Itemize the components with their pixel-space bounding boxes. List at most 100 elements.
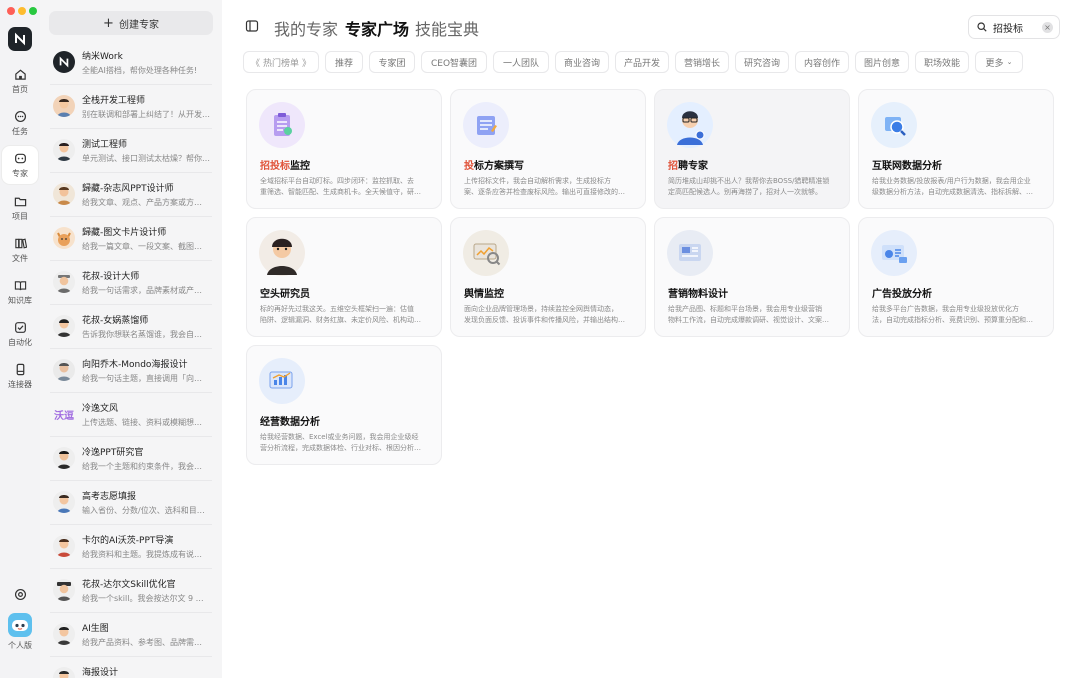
card-desc: 给我多平台广告数据，我会用专业级投放优化方 法，自动完成指标分析、竞费识别、预算重… bbox=[872, 305, 1033, 324]
list-item[interactable]: 测试工程师 单元测试、接口测试太枯燥？帮你搞定… bbox=[40, 129, 222, 173]
list-item[interactable]: 海报设计 bbox=[40, 657, 222, 678]
rail-item-tasks[interactable]: 任务 bbox=[2, 104, 38, 142]
rail-item-home[interactable]: 首页 bbox=[2, 62, 38, 100]
avatar bbox=[53, 623, 75, 645]
expert-card[interactable]: 广告投放分析 给我多平台广告数据，我会用专业级投放优化方 法，自动完成指标分析、竞… bbox=[858, 217, 1054, 337]
card-title: 互联网数据分析 bbox=[872, 161, 942, 172]
expert-name: 冷逸PPT研究官 bbox=[82, 448, 144, 458]
search-input[interactable]: 招投标 × bbox=[968, 15, 1060, 39]
rail-item-connectors[interactable]: 连接器 bbox=[2, 357, 38, 395]
expert-name: 高考志愿填报 bbox=[82, 492, 137, 502]
expert-desc: 给我一句话需求，品牌素材或产… bbox=[82, 286, 202, 295]
sidebar-toggle-icon[interactable] bbox=[245, 19, 259, 33]
chip[interactable]: 一人团队 bbox=[493, 51, 549, 73]
card-desc: 给我经营数据、Excel或业务问题，我会用企业级经 营分析流程，完成数据体检、行业… bbox=[260, 433, 421, 452]
card-title: 投标方案撰写 bbox=[464, 161, 524, 172]
chip[interactable]: 内容创作 bbox=[795, 51, 849, 73]
chip[interactable]: 专家团 bbox=[369, 51, 415, 73]
data-magnifier-icon bbox=[871, 102, 917, 148]
expert-card[interactable]: 空头研究员 标的再好先过我这关。五维空头框架扫一遍：估值 陷阱、逻辑漏洞、财务红旗… bbox=[246, 217, 442, 337]
rail-item-experts[interactable]: 专家 bbox=[2, 146, 38, 184]
minimize-window-button[interactable] bbox=[18, 7, 26, 15]
list-item[interactable]: 高考志愿填报 输入省份、分数/位次、选科和目… bbox=[40, 481, 222, 525]
chip[interactable]: CEO智囊团 bbox=[421, 51, 487, 73]
clipboard-icon bbox=[259, 102, 305, 148]
search-value: 招投标 bbox=[993, 23, 1023, 35]
expert-card[interactable]: 投标方案撰写 上传招标文件，我会自动解析需求，生成投标方 案、逐条应答并检查废标风… bbox=[450, 89, 646, 209]
document-icon bbox=[463, 102, 509, 148]
list-item[interactable]: 花叔-达尔文Skill优化官 给我一个skill。我会按达尔文 9 维… bbox=[40, 569, 222, 613]
expert-card[interactable]: 招投标监控 全域招标平台自动盯标。四步闭环：监控抓取、去 重筛选、智能匹配、生成商… bbox=[246, 89, 442, 209]
rail-item-projects[interactable]: 项目 bbox=[2, 189, 38, 227]
tab-expert-square[interactable]: 专家广场 bbox=[345, 16, 409, 40]
chip[interactable]: 商业咨询 bbox=[555, 51, 609, 73]
expert-card[interactable]: 互联网数据分析 给我业务数据/投放报表/用户行为数据，我会用企业 级数据分析方法，… bbox=[858, 89, 1054, 209]
expert-name: 冷逸文风 bbox=[82, 404, 119, 414]
list-item[interactable]: 向阳乔木-Mondo海报设计 给我一句话主题，直接调用「向… bbox=[40, 349, 222, 393]
list-item[interactable]: 歸藏-图文卡片设计师 给我一篇文章、一段文案、截图… bbox=[40, 217, 222, 261]
list-item[interactable]: 纳米Work 全能AI搭档，帮你处理各种任务! bbox=[40, 41, 222, 85]
rail-item-knowledge[interactable]: 知识库 bbox=[2, 273, 38, 311]
chip[interactable]: 研究咨询 bbox=[735, 51, 789, 73]
expert-desc: 全能AI搭档，帮你处理各种任务! bbox=[82, 66, 198, 75]
expert-desc: 给我一个主题和约束条件，我会… bbox=[82, 462, 202, 471]
avatar bbox=[53, 183, 75, 205]
card-title: 空头研究员 bbox=[260, 289, 310, 300]
chip[interactable]: 图片创意 bbox=[855, 51, 909, 73]
monitor-icon bbox=[463, 230, 509, 276]
avatar bbox=[8, 613, 32, 637]
card-title: 招投标监控 bbox=[260, 161, 310, 172]
expert-desc: 上传选题、链接、资料或模糊想… bbox=[82, 418, 202, 427]
chip-hot-list[interactable]: 《 热门榜单 》 bbox=[243, 51, 319, 73]
user-plan-label: 个人版 bbox=[8, 641, 32, 650]
check-box-icon bbox=[14, 321, 26, 333]
expert-desc: 别在联调和部署上纠结了！从开发到上线… bbox=[82, 110, 210, 119]
chip[interactable]: 产品开发 bbox=[615, 51, 669, 73]
clear-search-icon[interactable]: × bbox=[1042, 22, 1053, 33]
settings-button[interactable] bbox=[2, 588, 38, 601]
avatar bbox=[53, 315, 75, 337]
card-desc: 上传招标文件，我会自动解析需求，生成投标方 案、逐条应答并检查废标风险。输出可直接… bbox=[464, 177, 625, 196]
expert-card[interactable]: 舆情监控 面向企业品牌管理场景，持续监控全网舆情动态， 发现负面反馈、投诉事件和传… bbox=[450, 217, 646, 337]
expert-desc: 给我一个skill。我会按达尔文 9 维… bbox=[82, 594, 210, 603]
tab-my-experts[interactable]: 我的专家 bbox=[274, 16, 338, 40]
rail-item-label: 任务 bbox=[12, 126, 28, 136]
avatar bbox=[53, 51, 75, 73]
expert-name: 全栈开发工程师 bbox=[82, 96, 146, 106]
expert-name: 测试工程师 bbox=[82, 140, 128, 150]
expert-name: 海报设计 bbox=[82, 668, 119, 678]
expert-card[interactable]: 招聘专家 简历堆成山却挑不出人？我帮你去BOSS/猎聘精准锁 定高匹配候选人。别再… bbox=[654, 89, 850, 209]
list-item[interactable]: 花叔-设计大师 给我一句话需求，品牌素材或产… bbox=[40, 261, 222, 305]
close-window-button[interactable] bbox=[7, 7, 15, 15]
maximize-window-button[interactable] bbox=[29, 7, 37, 15]
list-item[interactable]: 歸藏-杂志风PPT设计师 给我文章、观点、产品方案或方… bbox=[40, 173, 222, 217]
list-item[interactable]: 沃逗 冷逸文风 上传选题、链接、资料或模糊想… bbox=[40, 393, 222, 437]
tab-skill-book[interactable]: 技能宝典 bbox=[415, 16, 479, 40]
card-title: 营销物料设计 bbox=[668, 289, 728, 300]
card-desc: 给我产品图、标题和平台场景，我会用专业级营销 物料工作流，自动完成爆款调研、视觉设… bbox=[668, 305, 829, 324]
expert-name: 纳米Work bbox=[82, 52, 123, 62]
expert-card[interactable]: 经营数据分析 给我经营数据、Excel或业务问题，我会用企业级经 营分析流程，完成… bbox=[246, 345, 442, 465]
expert-desc: 告诉我你想联名蒸馏谁，我会自… bbox=[82, 330, 202, 339]
files-icon bbox=[14, 238, 27, 248]
rail-item-automation[interactable]: 自动化 bbox=[2, 315, 38, 353]
chip[interactable]: 营销增长 bbox=[675, 51, 729, 73]
card-desc: 简历堆成山却挑不出人？我帮你去BOSS/猎聘精准锁 定高匹配候选人。别再海捞了，招… bbox=[668, 177, 830, 196]
chip[interactable]: 推荐 bbox=[325, 51, 363, 73]
create-expert-button[interactable]: + 创建专家 bbox=[49, 11, 213, 35]
rail-item-files[interactable]: 文件 bbox=[2, 231, 38, 269]
researcher-avatar-icon bbox=[259, 230, 305, 276]
list-item[interactable]: 全栈开发工程师 别在联调和部署上纠结了！从开发到上线… bbox=[40, 85, 222, 129]
list-item[interactable]: 冷逸PPT研究官 给我一个主题和约束条件，我会… bbox=[40, 437, 222, 481]
chip-more[interactable]: 更多 ⌄ bbox=[975, 51, 1023, 73]
list-item[interactable]: 卡尔的AI沃茨-PPT导演 给我资料和主题。我提炼成有说… bbox=[40, 525, 222, 569]
user-profile-button[interactable]: 个人版 bbox=[2, 613, 38, 651]
expert-card[interactable]: 营销物料设计 给我产品图、标题和平台场景，我会用专业级营销 物料工作流，自动完成爆… bbox=[654, 217, 850, 337]
expert-name: 卡尔的AI沃茨-PPT导演 bbox=[82, 536, 174, 546]
main-panel: 我的专家 专家广场 技能宝典 招投标 × 《 热门榜单 》 推荐 专家团 CEO… bbox=[222, 0, 1080, 678]
list-item[interactable]: 花叔-女娲蒸馏师 告诉我你想联名蒸馏谁，我会自… bbox=[40, 305, 222, 349]
expert-name: 花叔-设计大师 bbox=[82, 272, 140, 282]
list-item[interactable]: AI生图 给我产品资料、参考图、品牌需… bbox=[40, 613, 222, 657]
app-logo-icon[interactable] bbox=[8, 27, 32, 51]
chip[interactable]: 职场效能 bbox=[915, 51, 969, 73]
